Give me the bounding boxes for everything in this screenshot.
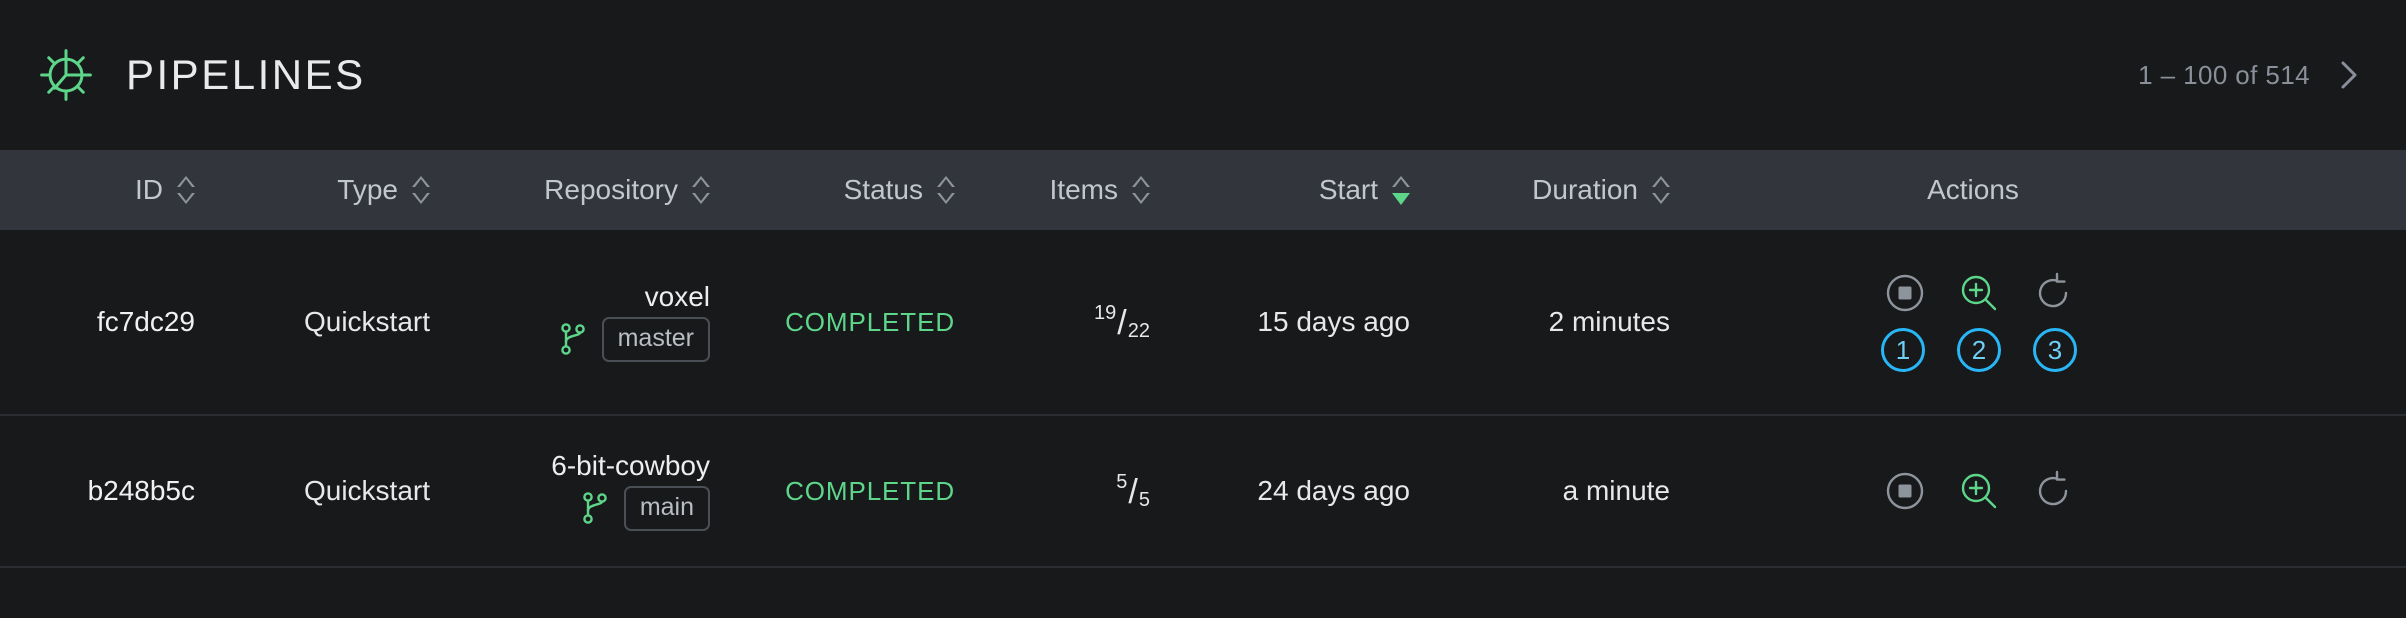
sort-desc-icon <box>692 193 710 204</box>
pipelines-table: ID Type Repository Status Items Start Du… <box>0 150 2406 568</box>
pipelines-page: PIPELINES 1 – 100 of 514 ID Type Reposit… <box>0 0 2406 618</box>
status-badge: COMPLETED <box>785 306 955 337</box>
sort-toggle-id[interactable] <box>177 176 195 204</box>
table-row[interactable]: fc7dc29 Quickstart voxel master COMPLETE… <box>0 230 2406 416</box>
column-label: Actions <box>1927 174 2019 205</box>
cell-start: 24 days ago <box>1257 475 1410 506</box>
git-branch-icon <box>558 320 588 358</box>
cell-type: Quickstart <box>303 306 430 337</box>
sort-desc-icon <box>1652 193 1670 204</box>
table-row[interactable]: b248b5c Quickstart 6-bit-cowboy main COM… <box>0 416 2406 568</box>
items-total: 5 <box>1138 489 1150 511</box>
column-label: Repository <box>544 174 678 205</box>
gear-icon <box>36 45 96 105</box>
sort-desc-icon <box>937 193 955 204</box>
sort-toggle-repository[interactable] <box>692 176 710 204</box>
sort-toggle-items[interactable] <box>1132 176 1150 204</box>
annotation-marker-1: 1 <box>1881 328 1925 372</box>
sort-toggle-type[interactable] <box>412 176 430 204</box>
page-title: PIPELINES <box>126 51 366 98</box>
column-header-id[interactable]: ID <box>0 174 195 206</box>
sort-desc-icon <box>412 193 430 204</box>
action-buttons <box>1884 470 2074 512</box>
stop-circle-icon[interactable] <box>1884 470 1926 512</box>
table-header-row: ID Type Repository Status Items Start Du… <box>0 150 2406 230</box>
cell-actions: 1 2 3 <box>1670 272 2406 372</box>
cell-duration: a minute <box>1562 475 1670 506</box>
items-done: 5 <box>1116 471 1128 493</box>
branch-line: main <box>580 486 710 531</box>
cell-repository: 6-bit-cowboy main <box>430 450 710 531</box>
cell-id: b248b5c <box>87 475 195 506</box>
repository-name: voxel <box>644 281 710 313</box>
cell-id: fc7dc29 <box>96 306 195 337</box>
annotation-marker-3: 3 <box>2033 328 2077 372</box>
sort-desc-active-icon <box>1392 192 1410 205</box>
column-header-repository[interactable]: Repository <box>430 174 710 206</box>
column-label: Start <box>1318 174 1378 205</box>
items-fraction: 5/5 <box>1116 471 1150 511</box>
column-header-status[interactable]: Status <box>710 174 955 206</box>
items-fraction: 19/22 <box>1094 302 1150 342</box>
column-label: Items <box>1049 174 1118 205</box>
cell-type: Quickstart <box>303 475 430 506</box>
sort-asc-icon <box>937 176 955 187</box>
column-header-duration[interactable]: Duration <box>1410 174 1670 206</box>
fraction-slash: / <box>1128 473 1138 511</box>
pagination-range: 1 – 100 of 514 <box>2138 59 2310 90</box>
sort-toggle-status[interactable] <box>937 176 955 204</box>
status-badge: COMPLETED <box>785 475 955 506</box>
annotation-markers: 1 2 3 <box>1881 328 2077 372</box>
cell-status: COMPLETED <box>710 307 955 338</box>
cell-actions <box>1670 470 2406 512</box>
annotation-marker-2: 2 <box>1957 328 2001 372</box>
cell-duration: 2 minutes <box>1548 306 1670 337</box>
cell-start: 15 days ago <box>1257 306 1410 337</box>
column-header-items[interactable]: Items <box>955 174 1150 206</box>
sort-asc-icon <box>177 176 195 187</box>
column-label: ID <box>135 174 163 205</box>
cell-items: 19/22 <box>955 302 1150 342</box>
sort-toggle-start[interactable] <box>1392 175 1410 205</box>
cell-repository: voxel master <box>430 281 710 362</box>
sort-asc-icon <box>412 176 430 187</box>
action-buttons <box>1884 272 2074 314</box>
app-header: PIPELINES 1 – 100 of 514 <box>0 0 2406 150</box>
sort-desc-icon <box>177 193 195 204</box>
column-label: Duration <box>1532 174 1638 205</box>
refresh-icon[interactable] <box>2032 470 2074 512</box>
git-branch-icon <box>580 489 610 527</box>
branch-line: master <box>558 317 710 362</box>
column-label: Type <box>337 174 398 205</box>
column-header-type[interactable]: Type <box>195 174 430 206</box>
column-header-actions: Actions <box>1670 174 2406 206</box>
sort-asc-icon <box>692 176 710 187</box>
column-label: Status <box>843 174 923 205</box>
zoom-in-icon[interactable] <box>1958 272 2000 314</box>
pagination: 1 – 100 of 514 <box>2138 58 2362 92</box>
refresh-icon[interactable] <box>2032 272 2074 314</box>
sort-asc-icon <box>1652 176 1670 187</box>
stop-circle-icon[interactable] <box>1884 272 1926 314</box>
sort-asc-icon <box>1392 175 1410 187</box>
fraction-slash: / <box>1117 304 1127 342</box>
cell-status: COMPLETED <box>710 476 955 507</box>
items-done: 19 <box>1094 302 1117 324</box>
branch-chip[interactable]: main <box>623 486 710 531</box>
cell-items: 5/5 <box>955 471 1150 511</box>
repository-name: 6-bit-cowboy <box>551 450 710 482</box>
brand: PIPELINES <box>36 45 366 105</box>
column-header-start[interactable]: Start <box>1150 174 1410 206</box>
items-total: 22 <box>1127 320 1150 342</box>
sort-toggle-duration[interactable] <box>1652 176 1670 204</box>
sort-asc-icon <box>1132 176 1150 187</box>
sort-desc-icon <box>1132 193 1150 204</box>
zoom-in-icon[interactable] <box>1958 470 2000 512</box>
branch-chip[interactable]: master <box>601 317 710 362</box>
chevron-right-icon[interactable] <box>2336 58 2362 92</box>
